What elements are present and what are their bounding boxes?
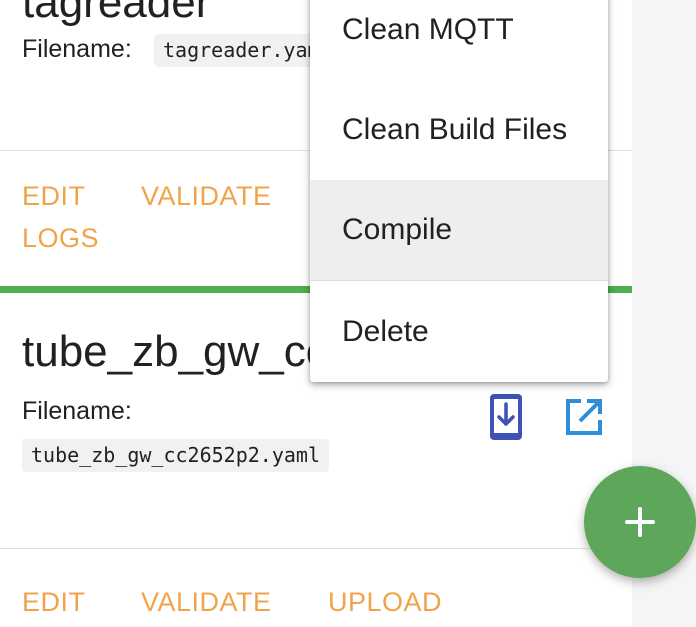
logs-button[interactable]: LOGS (22, 223, 99, 254)
open-in-new-icon[interactable] (565, 398, 603, 436)
filename-label: Filename: (22, 397, 132, 425)
menu-item-label: Clean MQTT (342, 13, 514, 46)
menu-item-compile[interactable]: Compile (310, 180, 608, 280)
edit-button[interactable]: EDIT (22, 587, 86, 618)
add-device-button[interactable] (584, 466, 696, 578)
menu-item-label: Clean Build Files (342, 113, 568, 146)
card-divider (0, 548, 632, 549)
menu-item-clean-mqtt[interactable]: Clean MQTT (310, 0, 608, 80)
validate-button[interactable]: VALIDATE (141, 587, 272, 618)
menu-item-label: Delete (342, 315, 429, 348)
menu-separator (310, 280, 608, 281)
download-to-device-icon[interactable] (489, 393, 523, 441)
validate-button[interactable]: VALIDATE (141, 181, 272, 212)
overflow-menu: Clean MQTT Clean Build Files Compile Del… (310, 0, 608, 382)
card-title: tagreader (22, 0, 211, 27)
filename-label: Filename: (22, 35, 132, 63)
plus-icon (625, 507, 655, 537)
menu-item-delete[interactable]: Delete (310, 282, 608, 382)
edit-button[interactable]: EDIT (22, 181, 86, 212)
menu-item-label: Compile (342, 213, 453, 246)
filename-value: tube_zb_gw_cc2652p2.yaml (22, 439, 329, 472)
menu-item-clean-build-files[interactable]: Clean Build Files (310, 80, 608, 180)
upload-button[interactable]: UPLOAD (328, 587, 442, 618)
